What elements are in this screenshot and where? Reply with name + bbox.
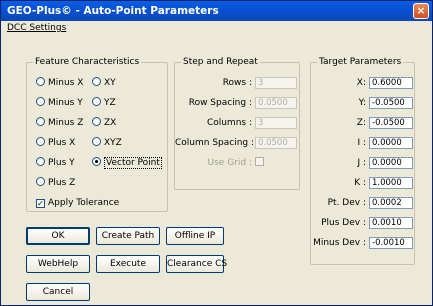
- i-label: I :: [357, 138, 366, 148]
- radio-label: XYZ: [104, 138, 122, 148]
- dialog-window: GEO-Plus© - Auto-Point Parameters × DCC …: [0, 0, 433, 306]
- rows-label: Rows :: [222, 78, 252, 88]
- x-label: X:: [356, 78, 366, 88]
- radio-indicator: [36, 157, 45, 166]
- radio-label: Minus Y: [48, 98, 83, 108]
- execute-button[interactable]: Execute: [96, 255, 160, 273]
- radio-indicator: [36, 137, 45, 146]
- webhelp-button[interactable]: WebHelp: [26, 255, 90, 273]
- window-title: GEO-Plus© - Auto-Point Parameters: [7, 5, 219, 17]
- radio-indicator: [92, 117, 101, 126]
- radio-label: Plus Y: [48, 158, 75, 168]
- y-label: Y:: [358, 98, 366, 108]
- checkbox-indicator: [255, 157, 264, 166]
- radio-zx[interactable]: ZX: [92, 117, 116, 129]
- radio-label: ZX: [104, 118, 117, 128]
- radio-vector-point[interactable]: Vector Point: [92, 157, 162, 169]
- radio-label: Plus Z: [48, 178, 76, 188]
- radio-label: Minus X: [48, 78, 84, 88]
- radio-indicator: [92, 157, 101, 166]
- radio-plus-y[interactable]: Plus Y: [36, 157, 75, 169]
- columns-label: Columns :: [206, 118, 252, 128]
- radio-label: XY: [104, 78, 116, 88]
- radio-indicator: [92, 97, 101, 106]
- radio-indicator: [92, 137, 101, 146]
- create-path-button[interactable]: Create Path: [96, 227, 160, 245]
- pt-dev-label: Pt. Dev :: [327, 198, 366, 208]
- radio-indicator: [92, 77, 101, 86]
- radio-minus-y[interactable]: Minus Y: [36, 97, 83, 109]
- i-field[interactable]: 0.0000: [369, 137, 413, 149]
- apply-tolerance-checkbox[interactable]: ✓ Apply Tolerance: [36, 197, 119, 209]
- radio-label: YZ: [104, 98, 116, 108]
- plus-dev-label: Plus Dev :: [321, 218, 366, 228]
- row-spacing-field[interactable]: 0.0500: [255, 97, 297, 109]
- radio-yz[interactable]: YZ: [92, 97, 116, 109]
- menu-bar: DCC Settings: [1, 21, 432, 35]
- radio-xy[interactable]: XY: [92, 77, 116, 89]
- plus-dev-field[interactable]: 0.0010: [369, 217, 413, 229]
- feature-characteristics-group: Feature Characteristics Minus X XY Minus…: [26, 56, 168, 212]
- close-button[interactable]: ×: [413, 3, 429, 19]
- checkbox-label: Apply Tolerance: [48, 198, 120, 208]
- column-spacing-label: Column Spacing :: [175, 138, 255, 148]
- checkmark-icon: ✓: [36, 199, 45, 208]
- ok-button[interactable]: OK: [26, 227, 90, 245]
- title-bar[interactable]: GEO-Plus© - Auto-Point Parameters ×: [1, 1, 432, 21]
- group-title: Step and Repeat: [181, 56, 260, 68]
- radio-indicator: [36, 117, 45, 126]
- radio-indicator: [36, 97, 45, 106]
- radio-minus-z[interactable]: Minus Z: [36, 117, 83, 129]
- radio-label: Minus Z: [48, 118, 84, 128]
- radio-indicator: [36, 177, 45, 186]
- offline-ip-button[interactable]: Offline IP: [166, 227, 224, 245]
- k-label: K :: [354, 178, 366, 188]
- rows-field[interactable]: 3: [255, 77, 297, 89]
- minus-dev-label: Minus Dev :: [313, 238, 366, 248]
- row-spacing-label: Row Spacing :: [188, 98, 252, 108]
- column-spacing-field[interactable]: 0.0500: [255, 137, 297, 149]
- close-icon: ×: [416, 4, 426, 17]
- target-parameters-group: Target Parameters X: 0.6000 Y: -0.0500 Z…: [310, 56, 415, 265]
- clearance-cs-button[interactable]: Clearance CS: [166, 255, 227, 273]
- radio-minus-x[interactable]: Minus X: [36, 77, 83, 89]
- radio-indicator: [36, 77, 45, 86]
- group-title: Target Parameters: [317, 56, 404, 68]
- z-label: Z:: [356, 118, 366, 128]
- j-label: J :: [357, 158, 366, 168]
- menu-dcc-settings[interactable]: DCC Settings: [7, 23, 66, 33]
- radio-plus-x[interactable]: Plus X: [36, 137, 75, 149]
- radio-xyz[interactable]: XYZ: [92, 137, 122, 149]
- use-grid-checkbox[interactable]: [255, 157, 267, 169]
- radio-plus-z[interactable]: Plus Z: [36, 177, 75, 189]
- pt-dev-field[interactable]: 0.0002: [369, 197, 413, 209]
- j-field[interactable]: 0.0000: [369, 157, 413, 169]
- z-field[interactable]: -0.0500: [369, 117, 413, 129]
- radio-label: Plus X: [48, 138, 76, 148]
- columns-field[interactable]: 3: [255, 117, 297, 129]
- x-field[interactable]: 0.6000: [369, 77, 413, 89]
- use-grid-label: Use Grid :: [207, 158, 252, 168]
- step-and-repeat-group: Step and Repeat Rows : 3 Row Spacing : 0…: [174, 56, 300, 190]
- group-title: Feature Characteristics: [33, 56, 142, 68]
- minus-dev-field[interactable]: -0.0010: [369, 237, 413, 249]
- radio-label: Vector Point: [104, 157, 162, 169]
- y-field[interactable]: -0.0500: [369, 97, 413, 109]
- cancel-button[interactable]: Cancel: [26, 283, 90, 301]
- k-field[interactable]: 1.0000: [369, 177, 413, 189]
